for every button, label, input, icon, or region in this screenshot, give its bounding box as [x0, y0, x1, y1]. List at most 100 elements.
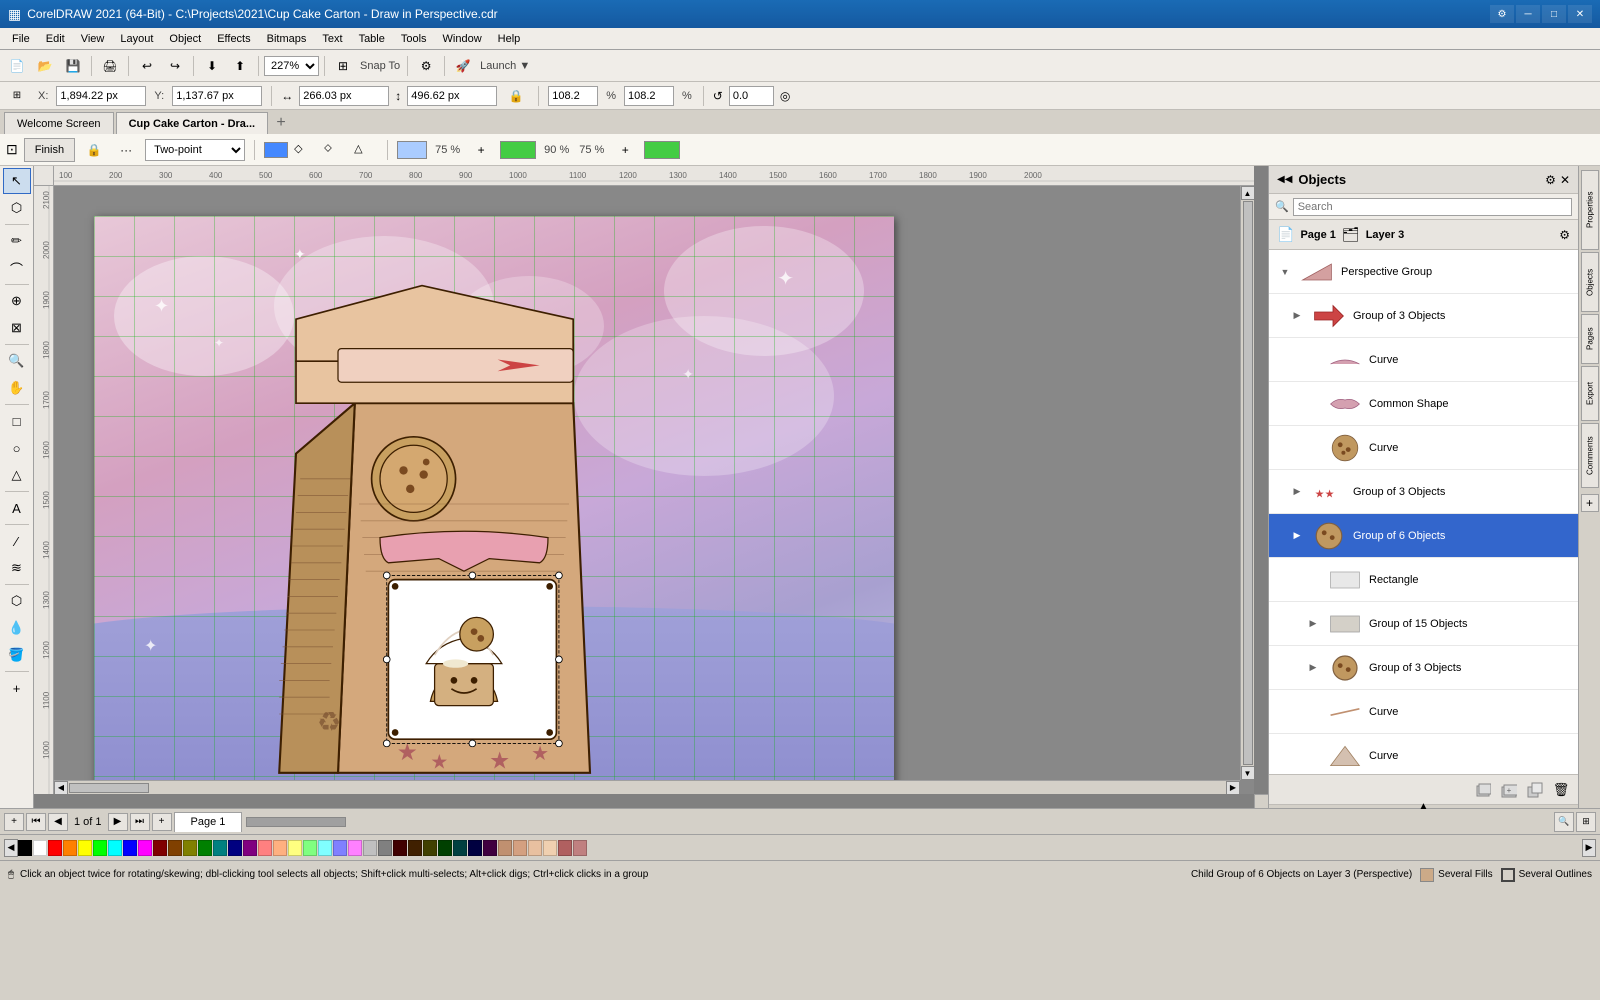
page-first-btn[interactable]: ⏮	[26, 813, 46, 831]
obj-row-group3-top[interactable]: ▶ Group of 3 Objects	[1269, 294, 1578, 338]
menu-layout[interactable]: Layout	[112, 31, 161, 47]
color-swatch[interactable]	[318, 840, 332, 856]
maximize-btn[interactable]: □	[1542, 5, 1566, 23]
tab-export-side[interactable]: Export	[1581, 366, 1599, 421]
lock-ratio-btn[interactable]: 🔒	[503, 84, 529, 108]
fill-preview[interactable]	[397, 141, 427, 159]
color-swatch[interactable]	[498, 840, 512, 856]
color-swatch[interactable]	[33, 840, 47, 856]
fill-tool[interactable]: ⬡	[3, 588, 31, 614]
scroll-right-btn[interactable]: ▶	[1226, 781, 1240, 795]
color1-diamond[interactable]: ⬦	[324, 142, 348, 158]
color-swatch[interactable]	[258, 840, 272, 856]
text-tool[interactable]: A	[3, 495, 31, 521]
export-btn[interactable]: ⬆	[227, 54, 253, 78]
zoom-combo[interactable]: 227% 100% 75%	[264, 56, 319, 76]
expand-group15[interactable]: ▶	[1305, 616, 1321, 632]
color-swatch[interactable]	[183, 840, 197, 856]
shape-tool[interactable]: ⬡	[3, 195, 31, 221]
panel-settings-btn[interactable]: ⚙	[1545, 173, 1556, 187]
save-btn[interactable]: 💾	[60, 54, 86, 78]
panel-close-btn[interactable]: ✕	[1560, 173, 1570, 187]
page-tab-1[interactable]: Page 1	[174, 812, 243, 832]
palette-scroll-left[interactable]: ◀	[4, 839, 18, 857]
rectangle-tool[interactable]: □	[3, 408, 31, 434]
page-add-left-btn[interactable]: +	[4, 813, 24, 831]
ellipse-tool[interactable]: ○	[3, 435, 31, 461]
finish-btn[interactable]: Finish	[24, 138, 75, 162]
expand-group6[interactable]: ▶	[1289, 528, 1305, 544]
color-swatch[interactable]	[93, 840, 107, 856]
color-swatch[interactable]	[528, 840, 542, 856]
menu-edit[interactable]: Edit	[38, 31, 73, 47]
duplicate-btn[interactable]	[1524, 780, 1546, 800]
color-swatch[interactable]	[18, 840, 32, 856]
color-swatch[interactable]	[78, 840, 92, 856]
color-swatch[interactable]	[558, 840, 572, 856]
coord-icon[interactable]: ⊞	[4, 84, 30, 108]
scale-x-input[interactable]	[548, 86, 598, 106]
canvas-area[interactable]: 100 200 300 400 500 600 700 800 900 1000…	[34, 166, 1268, 808]
paint-bucket-tool[interactable]: 🪣	[3, 642, 31, 668]
obj-row-curve4[interactable]: ▶ Curve	[1269, 734, 1578, 774]
color-swatch[interactable]	[138, 840, 152, 856]
horiz-scroll-thumb[interactable]	[246, 817, 346, 827]
delete-btn[interactable]: 🗑	[1550, 780, 1572, 800]
color-swatch[interactable]	[393, 840, 407, 856]
color-swatch[interactable]	[213, 840, 227, 856]
freehand-tool[interactable]: ✏	[3, 228, 31, 254]
color-swatch[interactable]	[243, 840, 257, 856]
obj-row-group3-stars[interactable]: ▶ ★★ Group of 3 Objects	[1269, 470, 1578, 514]
color-swatch[interactable]	[468, 840, 482, 856]
tab-pages-side[interactable]: Pages	[1581, 314, 1599, 364]
color1-triangle[interactable]: △	[354, 142, 378, 158]
color-swatch[interactable]	[573, 840, 587, 856]
obj-row-group6[interactable]: ▶ Group of 6 Objects	[1269, 514, 1578, 558]
redo-btn[interactable]: ↪	[162, 54, 188, 78]
import-btn[interactable]: ⬇	[199, 54, 225, 78]
settings-btn[interactable]: ⚙	[1490, 5, 1514, 23]
zoom-tool[interactable]: 🔍	[3, 348, 31, 374]
obj-row-curve2[interactable]: ▶ Curve	[1269, 426, 1578, 470]
dropper-tool[interactable]: 💧	[3, 615, 31, 641]
color-swatch[interactable]	[348, 840, 362, 856]
color2-preview[interactable]	[500, 141, 536, 159]
color-swatch[interactable]	[543, 840, 557, 856]
expand-group3-top[interactable]: ▶	[1289, 308, 1305, 324]
h-input[interactable]	[407, 86, 497, 106]
blend-tool[interactable]: ≋	[3, 555, 31, 581]
color-swatch[interactable]	[273, 840, 287, 856]
panel-expand-btn[interactable]: ◀◀	[1277, 174, 1292, 185]
tab-welcome[interactable]: Welcome Screen	[4, 112, 114, 134]
palette-scroll-right[interactable]: ▶	[1582, 839, 1596, 857]
polygon-tool[interactable]: △	[3, 462, 31, 488]
menu-window[interactable]: Window	[435, 31, 490, 47]
expand-perspective[interactable]: ▼	[1277, 264, 1293, 280]
color-swatch[interactable]	[333, 840, 347, 856]
obj-row-group3-cookie[interactable]: ▶ Group of 3 Objects	[1269, 646, 1578, 690]
expand-group3-stars[interactable]: ▶	[1289, 484, 1305, 500]
color-swatch[interactable]	[513, 840, 527, 856]
scroll-up-btn[interactable]: ▲	[1241, 186, 1255, 200]
new-layer-btn[interactable]	[1472, 780, 1494, 800]
objects-list[interactable]: ▼ Perspective Group ▶ Group of 3 Object	[1269, 250, 1578, 774]
color-swatch[interactable]	[123, 840, 137, 856]
page-next-btn[interactable]: ▶	[108, 813, 128, 831]
color-swatch[interactable]	[63, 840, 77, 856]
menu-tools[interactable]: Tools	[393, 31, 435, 47]
horizontal-scrollbar[interactable]: ◀ ▶	[54, 780, 1240, 794]
color-swatch[interactable]	[483, 840, 497, 856]
page-last-btn[interactable]: ⏭	[130, 813, 150, 831]
obj-row-rect1[interactable]: ▶ Rectangle	[1269, 558, 1578, 602]
vertical-scrollbar[interactable]: ▲ ▼	[1240, 186, 1254, 780]
undo-btn[interactable]: ↩	[134, 54, 160, 78]
scroll-left-btn[interactable]: ◀	[54, 781, 68, 795]
tab-properties[interactable]: Properties	[1581, 170, 1599, 250]
expand-group3-cookie[interactable]: ▶	[1305, 660, 1321, 676]
tab-add[interactable]: +	[270, 112, 292, 134]
color-swatch[interactable]	[228, 840, 242, 856]
menu-file[interactable]: File	[4, 31, 38, 47]
panel-add-btn[interactable]: +	[1581, 494, 1599, 512]
select-tool[interactable]: ↖	[3, 168, 31, 194]
options-btn[interactable]: ⚙	[413, 54, 439, 78]
